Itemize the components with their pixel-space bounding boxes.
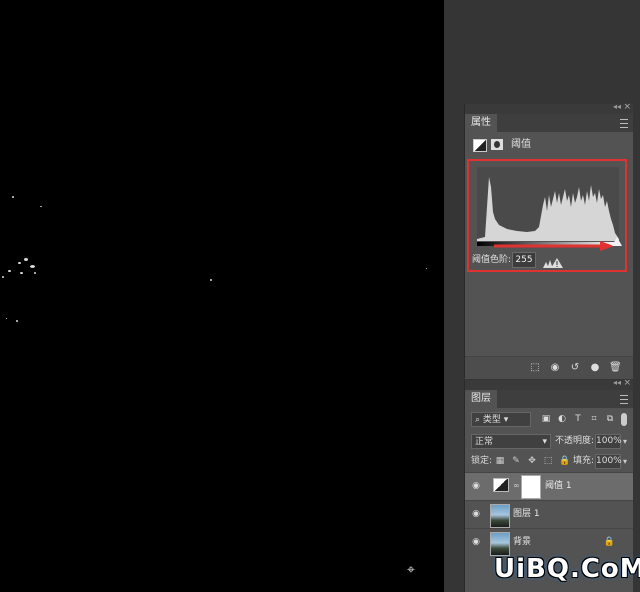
lock-position-icon[interactable]: ✥	[527, 456, 537, 466]
layer-mask-thumbnail[interactable]	[521, 475, 541, 499]
layer-row[interactable]: ◉ ∞ 阈值 1	[465, 472, 633, 501]
layer-row[interactable]: ◉ 图层 1	[465, 500, 633, 529]
histogram-warning-icon[interactable]	[543, 254, 563, 268]
panel-menu-icon[interactable]	[620, 395, 628, 404]
close-icon[interactable]: ×	[623, 378, 631, 388]
lock-label: 锁定:	[471, 456, 493, 466]
canvas-speck	[18, 262, 21, 264]
canvas-speck	[40, 206, 42, 207]
collapse-arrows-icon[interactable]: ◂◂	[613, 378, 621, 387]
layer-thumbnail	[490, 504, 510, 528]
layer-name: 阈值 1	[545, 481, 572, 491]
opacity-input[interactable]: 100%	[595, 434, 622, 449]
canvas-speck	[20, 272, 23, 274]
collapse-arrows-icon[interactable]: ◂◂	[613, 102, 621, 111]
reset-icon[interactable]: ↺	[569, 362, 581, 374]
adjustment-title: 阈值	[511, 139, 531, 150]
layer-filter-row: ⌕ 类型 ▾ ▣ ◐ T ⌗ ⧉	[469, 412, 629, 428]
canvas-speck	[30, 265, 35, 268]
visibility-eye-icon[interactable]: ◉	[471, 509, 481, 519]
fill-input[interactable]: 100%	[595, 454, 622, 469]
lock-icon: 🔒	[603, 537, 615, 547]
blend-row: 正常 ▾ 不透明度: 100% ▾	[469, 434, 629, 450]
view-previous-icon[interactable]: ◉	[549, 362, 561, 374]
panel-title-strip[interactable]: ◂◂ ×	[465, 102, 633, 114]
crosshair-cursor-icon: ⌖	[407, 562, 415, 578]
close-icon[interactable]: ×	[623, 102, 631, 112]
link-chain-icon[interactable]: ∞	[513, 481, 520, 491]
chevron-down-icon[interactable]: ▾	[623, 454, 631, 469]
threshold-layer-icon	[493, 478, 509, 492]
site-watermark: UiBQ.CoM	[494, 554, 640, 584]
opacity-label: 不透明度:	[555, 436, 595, 446]
lock-transparency-icon[interactable]: ▦	[495, 456, 505, 466]
threshold-level-input[interactable]: 255	[512, 252, 536, 268]
blend-mode-label: 正常	[475, 437, 494, 447]
threshold-level-label: 阈值色阶:	[472, 255, 512, 265]
properties-tabbar: 属性	[465, 114, 633, 132]
filter-toggle[interactable]	[621, 413, 627, 426]
chevron-down-icon[interactable]: ▾	[623, 434, 631, 449]
visibility-eye-icon[interactable]: ◉	[471, 481, 481, 491]
blend-mode-select[interactable]: 正常 ▾	[471, 434, 551, 449]
filter-kind-label: 类型	[482, 415, 501, 425]
filter-smart-object-icon[interactable]: ⧉	[605, 414, 615, 424]
threshold-adjustment-icon[interactable]	[473, 139, 487, 152]
properties-bottom-bar: ⬚ ◉ ↺ ● 🗑	[465, 356, 633, 379]
panel-menu-icon[interactable]	[620, 119, 628, 128]
filter-shape-icon[interactable]: ⌗	[589, 414, 599, 424]
canvas-speck	[2, 276, 4, 278]
canvas-speck	[210, 279, 212, 281]
canvas-speck	[24, 258, 28, 261]
tab-properties[interactable]: 属性	[465, 114, 497, 132]
tab-layers[interactable]: 图层	[465, 390, 497, 408]
document-canvas[interactable]: ⌖	[0, 0, 444, 592]
layer-mask-icon[interactable]	[491, 139, 503, 150]
layers-tabbar: 图层	[465, 390, 633, 408]
visibility-icon[interactable]: ●	[589, 362, 601, 374]
layer-name: 背景	[513, 537, 532, 547]
visibility-eye-icon[interactable]: ◉	[471, 537, 481, 547]
canvas-speck	[12, 196, 14, 198]
canvas-speck	[6, 318, 7, 319]
lock-paint-icon[interactable]: ✎	[511, 456, 521, 466]
filter-pixel-icon[interactable]: ▣	[541, 414, 551, 424]
layer-name: 图层 1	[513, 509, 540, 519]
lock-row: 锁定: ▦ ✎ ✥ ⬚ 🔒 填充: 100% ▾	[469, 454, 629, 470]
filter-adjustment-icon[interactable]: ◐	[557, 414, 567, 424]
filter-type-icon[interactable]: T	[573, 414, 583, 424]
lock-all-icon[interactable]: 🔒	[559, 456, 570, 466]
canvas-speck	[8, 270, 11, 272]
delete-icon[interactable]: 🗑	[609, 362, 622, 374]
clip-to-layer-icon[interactable]: ⬚	[529, 362, 541, 374]
lock-artboard-icon[interactable]: ⬚	[543, 456, 553, 466]
filter-kind-select[interactable]: ⌕ 类型 ▾	[471, 412, 531, 427]
canvas-speck	[16, 320, 18, 322]
canvas-speck	[34, 272, 36, 274]
canvas-speck	[426, 268, 427, 269]
fill-label: 填充:	[573, 456, 595, 466]
panel-title-strip[interactable]: ◂◂ ×	[465, 378, 633, 390]
